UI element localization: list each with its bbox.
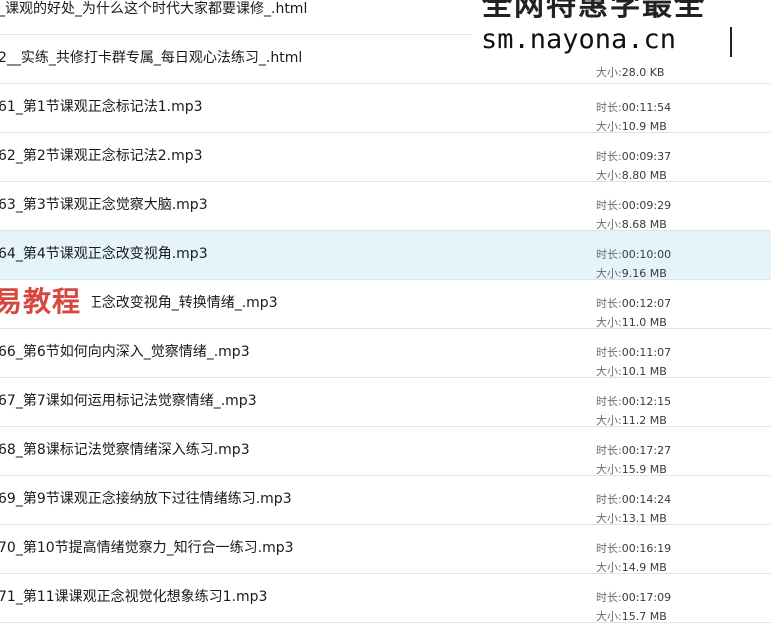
file-row[interactable]: 62_第2节课观正念标记法2.mp3 时长: 00:09:37 大小: 8.80 … — [0, 133, 771, 182]
file-name: 71_第11课课观正念视觉化想象练习1.mp3 — [0, 589, 268, 605]
file-row[interactable]: 66_第6节如何向内深入_觉察情绪_.mp3 时长: 00:11:07 大小: 1… — [0, 329, 771, 378]
file-row[interactable]: 61_第1节课观正念标记法1.mp3 时长: 00:11:54 大小: 10.9 … — [0, 84, 771, 133]
file-name: 61_第1节课观正念标记法1.mp3 — [0, 99, 203, 115]
file-meta: 时长: 00:14:24 大小: 13.1 MB — [596, 493, 672, 525]
file-row[interactable]: 63_第3节课观正念觉察大脑.mp3 时长: 00:09:29 大小: 8.68 … — [0, 182, 771, 231]
text-cursor — [730, 27, 732, 57]
file-name: 62_第2节课观正念标记法2.mp3 — [0, 148, 203, 164]
file-row[interactable]: 70_第10节提高情绪觉察力_知行合一练习.mp3 时长: 00:16:19 大小… — [0, 525, 771, 574]
file-name: 70_第10节提高情绪觉察力_知行合一练习.mp3 — [0, 540, 294, 556]
file-meta: 时长: 00:11:54 大小: 10.9 MB — [596, 101, 672, 133]
file-name: _课观的好处_为什么这个时代大家都要课修_.html — [0, 1, 308, 17]
watermark-stamp: 易教程 — [0, 278, 92, 318]
file-meta: 时长: 00:12:15 大小: 11.2 MB — [596, 395, 672, 427]
file-name: 66_第6节如何向内深入_觉察情绪_.mp3 — [0, 344, 250, 360]
file-name: 64_第4节课观正念改变视角.mp3 — [0, 246, 208, 262]
file-row[interactable]: 67_第7课如何运用标记法觉察情绪_.mp3 时长: 00:12:15 大小: 1… — [0, 378, 771, 427]
file-meta: 时长: 00:17:09 大小: 15.7 MB — [596, 591, 672, 623]
watermark-url: sm.nayona.cn — [481, 24, 677, 55]
file-meta: 时长: 00:12:07 大小: 11.0 MB — [596, 297, 672, 329]
file-meta: 大小: 28.0 KB — [596, 66, 665, 79]
file-name: 68_第8课标记法觉察情绪深入练习.mp3 — [0, 442, 250, 458]
file-list: _课观的好处_为什么这个时代大家都要课修_.html 2__实练_共修打卡群专属… — [0, 0, 771, 623]
file-row[interactable]: 69_第9节课观正念接纳放下过往情绪练习.mp3 时长: 00:14:24 大小:… — [0, 476, 771, 525]
file-meta: 时长: 00:09:37 大小: 8.80 MB — [596, 150, 672, 182]
file-row-selected[interactable]: 64_第4节课观正念改变视角.mp3 时长: 00:10:00 大小: 9.16 … — [0, 231, 771, 280]
file-meta: 时长: 00:09:29 大小: 8.68 MB — [596, 199, 672, 231]
file-name: 63_第3节课观正念觉察大脑.mp3 — [0, 197, 208, 213]
file-meta: 时长: 00:17:27 大小: 15.9 MB — [596, 444, 672, 476]
watermark-line1: 全网特惠学最全 — [482, 0, 706, 23]
file-meta: 时长: 00:10:00 大小: 9.16 MB — [596, 248, 672, 280]
file-name: 67_第7课如何运用标记法觉察情绪_.mp3 — [0, 393, 257, 409]
file-name: 2__实练_共修打卡群专属_每日观心法练习_.html — [0, 50, 303, 66]
file-meta: 时长: 00:16:19 大小: 14.9 MB — [596, 542, 672, 574]
file-row[interactable]: 65_第5节课观正念改变视角_转换情绪_.mp3 时长: 00:12:07 大小:… — [0, 280, 771, 329]
file-row[interactable]: 68_第8课标记法觉察情绪深入练习.mp3 时长: 00:17:27 大小: 15… — [0, 427, 771, 476]
file-row[interactable]: 71_第11课课观正念视觉化想象练习1.mp3 时长: 00:17:09 大小: … — [0, 574, 771, 623]
file-name: 69_第9节课观正念接纳放下过往情绪练习.mp3 — [0, 491, 292, 507]
watermark-banner: 全网特惠学最全 sm.nayona.cn — [472, 0, 771, 62]
file-meta: 时长: 00:11:07 大小: 10.1 MB — [596, 346, 672, 378]
watermark-stamp-text: 易教程 — [0, 285, 82, 318]
